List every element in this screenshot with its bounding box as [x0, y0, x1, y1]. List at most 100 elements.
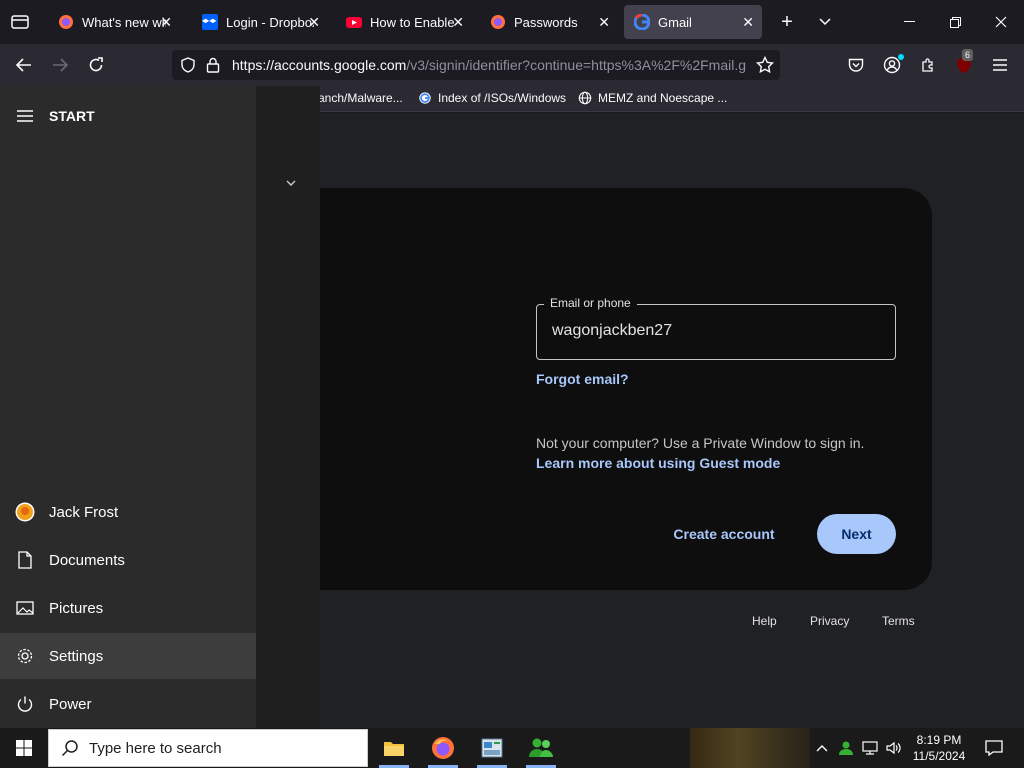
email-field-label: Email or phone: [544, 296, 637, 310]
search-placeholder: Type here to search: [89, 739, 222, 757]
start-item-documents[interactable]: Documents: [0, 537, 256, 583]
chevron-down-icon: [286, 180, 296, 186]
bookmark-star-icon[interactable]: [756, 56, 774, 74]
firefox-view-button[interactable]: [6, 8, 34, 36]
taskbar-file-explorer[interactable]: [370, 728, 418, 768]
url-path: /v3/signin/identifier?continue=https%3A%…: [406, 57, 747, 73]
url-text[interactable]: https://accounts.google.com/v3/signin/id…: [232, 57, 750, 73]
gear-icon: [15, 646, 35, 666]
restore-button[interactable]: [932, 0, 978, 44]
collapse-button[interactable]: [286, 180, 296, 186]
tracking-protection-icon[interactable]: [180, 57, 196, 73]
user-avatar-icon: [15, 502, 35, 522]
reload-icon: [89, 57, 103, 72]
pictures-icon: [15, 598, 35, 618]
taskbar-people-app[interactable]: [517, 728, 565, 768]
tab-bar: What's new with ✕ Login - Dropbox ✕ How …: [0, 0, 1024, 44]
start-item-label: Jack Frost: [49, 503, 119, 521]
taskbar-firefox[interactable]: [419, 728, 467, 768]
chevron-up-icon: [816, 745, 828, 752]
document-icon: [15, 550, 35, 570]
tab-title: What's new with: [82, 14, 166, 30]
bookmark-label: Index of /ISOs/Windows: [438, 91, 567, 105]
start-button[interactable]: [0, 728, 48, 768]
start-item-label: Power: [49, 695, 92, 713]
minimize-icon: [903, 21, 915, 22]
start-expand-button[interactable]: START: [0, 93, 256, 139]
create-account-button[interactable]: Create account: [660, 514, 788, 554]
bookmark-label: MEMZ and Noescape ...: [598, 91, 728, 105]
firefox-icon: [59, 15, 73, 29]
terms-link[interactable]: Terms: [882, 614, 915, 628]
back-arrow-icon: [16, 58, 31, 72]
bookmark-item-malware[interactable]: anch/Malware...: [318, 91, 403, 105]
clock-time: 8:19 PM: [916, 733, 962, 747]
start-item-pictures[interactable]: Pictures: [0, 585, 256, 631]
close-icon[interactable]: ✕: [452, 14, 464, 30]
desktop-wallpaper-peek: [690, 728, 810, 768]
lock-icon[interactable]: [206, 57, 220, 73]
next-button[interactable]: Next: [817, 514, 896, 554]
tray-volume[interactable]: [882, 728, 906, 768]
forward-button[interactable]: [46, 51, 74, 79]
bookmark-label: anch/Malware...: [318, 91, 403, 105]
tray-network[interactable]: [858, 728, 882, 768]
google-icon: [634, 14, 650, 30]
forgot-email-link[interactable]: Forgot email?: [536, 371, 629, 387]
dropbox-icon: [202, 14, 218, 30]
hamburger-menu-icon: [15, 106, 35, 126]
bookmark-item-isos[interactable]: Index of /ISOs/Windows: [418, 91, 566, 105]
network-icon: [862, 741, 878, 755]
minimize-button[interactable]: [886, 0, 932, 44]
close-icon[interactable]: ✕: [308, 14, 320, 30]
taskbar-app-window[interactable]: [468, 728, 516, 768]
action-center-button[interactable]: [970, 728, 1018, 768]
close-icon[interactable]: ✕: [742, 14, 754, 30]
email-field-value[interactable]: wagonjackben27: [552, 322, 672, 340]
back-button[interactable]: [10, 51, 38, 79]
people-icon: [529, 738, 553, 757]
privacy-link[interactable]: Privacy: [810, 614, 849, 628]
notification-dot-icon: [898, 54, 904, 60]
search-icon: [61, 740, 78, 757]
start-tiles-area: [256, 86, 320, 728]
guest-mode-link[interactable]: Learn more about using Guest mode: [536, 455, 780, 471]
speaker-icon: [886, 741, 901, 755]
start-item-settings[interactable]: Settings: [0, 633, 256, 679]
url-host: https://accounts.google.com: [232, 57, 407, 73]
hamburger-menu-icon: [993, 59, 1007, 71]
bookmark-item-memz[interactable]: MEMZ and Noescape ...: [578, 91, 727, 105]
app-menu-button[interactable]: [986, 51, 1014, 79]
close-icon[interactable]: ✕: [160, 14, 172, 30]
tab-dropbox[interactable]: Login - Dropbox ✕: [192, 5, 328, 39]
close-icon[interactable]: ✕: [598, 14, 610, 30]
power-icon: [15, 694, 35, 714]
pocket-button[interactable]: [842, 51, 870, 79]
list-all-tabs-button[interactable]: [802, 0, 848, 44]
account-button[interactable]: [878, 51, 906, 79]
notification-icon: [985, 740, 1003, 756]
close-window-button[interactable]: [978, 0, 1024, 44]
ublock-extension-button[interactable]: 6: [950, 49, 978, 79]
tray-people[interactable]: [834, 728, 858, 768]
start-menu-sidebar: START Jack Frost Documents Pictures Sett…: [0, 86, 256, 728]
start-item-label: Documents: [49, 551, 125, 569]
taskbar: Type here to search 8:19 PM 11/5/2024: [0, 728, 1024, 768]
start-item-user[interactable]: Jack Frost: [0, 489, 256, 535]
tab-youtube[interactable]: How to Enable t ✕: [336, 5, 472, 39]
help-link[interactable]: Help: [752, 614, 777, 628]
url-bar[interactable]: https://accounts.google.com/v3/signin/id…: [172, 50, 780, 80]
tab-gmail[interactable]: Gmail ✕: [624, 5, 762, 39]
chevron-down-icon: [819, 18, 831, 26]
taskbar-search-input[interactable]: Type here to search: [48, 729, 368, 767]
tab-whats-new[interactable]: What's new with ✕: [48, 5, 180, 39]
show-hidden-icons-button[interactable]: [810, 728, 834, 768]
private-window-notice: Not your computer? Use a Private Window …: [536, 435, 865, 451]
folder-icon: [384, 742, 404, 756]
reload-button[interactable]: [82, 51, 110, 79]
taskbar-clock[interactable]: 8:19 PM 11/5/2024: [910, 732, 968, 764]
start-item-power[interactable]: Power: [0, 681, 256, 727]
tab-title: Passwords: [514, 14, 578, 30]
extensions-button[interactable]: [914, 51, 942, 79]
tab-passwords[interactable]: Passwords ✕: [480, 5, 618, 39]
